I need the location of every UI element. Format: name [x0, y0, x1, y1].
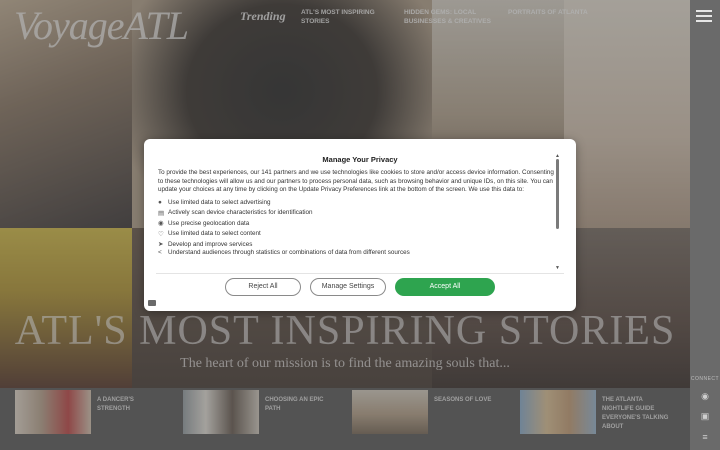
purpose-item: < Understand audiences through statistics…: [158, 249, 410, 257]
purpose-item: ➤ Develop and improve services: [158, 240, 253, 249]
location-pin-icon: ◉: [158, 220, 164, 228]
share-icon: <: [158, 249, 162, 257]
rocket-icon: ➤: [158, 241, 164, 249]
purpose-item: ▤ Actively scan device characteristics fo…: [158, 209, 313, 217]
privacy-scrollbar[interactable]: ▲ ▼: [555, 153, 560, 271]
purpose-item: ● Use limited data to select advertising: [158, 198, 271, 206]
user-icon: ●: [158, 198, 162, 206]
rss-icon[interactable]: ≡: [699, 431, 711, 443]
reject-all-button[interactable]: Reject All: [225, 278, 301, 296]
scrollbar-thumb[interactable]: [556, 159, 559, 229]
scroll-down-arrow-icon[interactable]: ▼: [555, 265, 560, 271]
instagram-icon[interactable]: ▣: [699, 410, 711, 422]
heart-icon: ♡: [158, 230, 164, 238]
privacy-dialog-body: To provide the best experiences, our 141…: [158, 169, 554, 194]
dialog-divider: [156, 273, 564, 274]
privacy-dialog-content[interactable]: To provide the best experiences, our 141…: [158, 169, 554, 272]
hamburger-menu-icon[interactable]: [696, 10, 712, 22]
manage-settings-button[interactable]: Manage Settings: [310, 278, 386, 296]
privacy-dialog-title: Manage Your Privacy: [322, 155, 398, 164]
pinterest-icon[interactable]: ◉: [699, 390, 711, 402]
purpose-item: ◉ Use precise geolocation data: [158, 219, 250, 228]
connect-label: CONNECT: [690, 376, 720, 382]
device-icon: ▤: [158, 209, 165, 217]
page: VoyageATL Trending ATL'S MOST INSPIRING …: [0, 0, 720, 450]
right-rail: CONNECT ◉ ▣ ≡: [690, 0, 720, 450]
consent-provider-logo-icon[interactable]: [148, 300, 156, 306]
purpose-item: ♡ Use limited data to select content: [158, 230, 261, 238]
accept-all-button[interactable]: Accept All: [395, 278, 495, 296]
privacy-consent-dialog: Manage Your Privacy To provide the best …: [144, 139, 576, 311]
